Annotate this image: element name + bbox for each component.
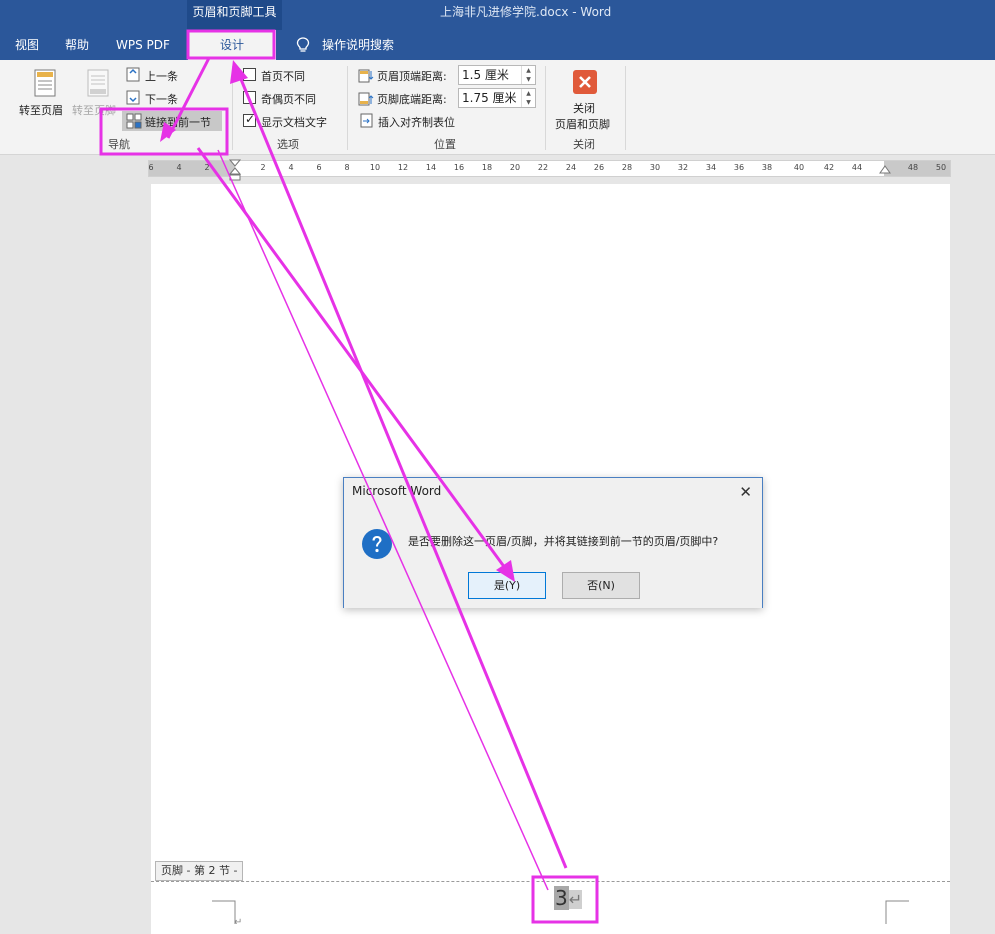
title-bar: 页眉和页脚工具 上海非凡进修学院.docx - Word	[0, 0, 995, 30]
insert-alignment-tab-icon	[360, 113, 374, 132]
spinner-arrows-icon[interactable]: ▲ ▼	[521, 89, 535, 107]
right-indent-marker-icon[interactable]	[879, 163, 891, 177]
tab-wps-pdf[interactable]: WPS PDF	[116, 30, 170, 60]
ruler-tick-label: 12	[397, 163, 409, 172]
group-label-position: 位置	[434, 138, 456, 151]
goto-header-button[interactable]: 转至页眉	[19, 102, 63, 118]
ruler-tick-label: 28	[621, 163, 633, 172]
ruler-tick-label: 18	[481, 163, 493, 172]
ruler-tick-label: 24	[565, 163, 577, 172]
group-separator	[625, 66, 626, 150]
tell-me-label: 操作说明搜索	[322, 38, 395, 52]
no-button[interactable]: 否(N)	[562, 572, 640, 599]
different-odd-even-checkbox[interactable]	[243, 91, 256, 104]
ruler-tick-label: 32	[677, 163, 689, 172]
footer-section-tag: 页脚 - 第 2 节 -	[155, 861, 244, 881]
different-odd-even-label: 奇偶页不同	[261, 93, 316, 106]
footer-bottom-spinner[interactable]: 1.75 厘米 ▲ ▼	[458, 88, 536, 108]
footer-bottom-value: 1.75 厘米	[462, 91, 517, 105]
dialog-message: 是否要删除这一页眉/页脚，并将其链接到前一节的页眉/页脚中?	[408, 535, 719, 548]
indent-marker-icon[interactable]	[229, 159, 241, 181]
link-to-previous-label: 链接到前一节	[145, 116, 211, 129]
group-label-options: 选项	[277, 138, 299, 151]
ruler-tick-label: 14	[425, 163, 437, 172]
ruler-tick-label: 38	[761, 163, 773, 172]
next-button[interactable]: 下一条	[145, 91, 178, 107]
group-separator	[545, 66, 546, 150]
margin-corner-mark	[885, 900, 909, 924]
ruler-tick-label: 8	[344, 163, 350, 172]
dialog-body: 是否要删除这一页眉/页脚，并将其链接到前一节的页眉/页脚中? 是(Y) 否(N)	[344, 508, 762, 608]
tab-help[interactable]: 帮助	[65, 30, 89, 60]
ruler-tick-label: 6	[316, 163, 322, 172]
context-tab-label: 页眉和页脚工具	[187, 0, 282, 30]
different-first-page-label: 首页不同	[261, 70, 305, 83]
tab-view[interactable]: 视图	[15, 30, 39, 60]
paragraph-mark: ↵	[568, 890, 583, 909]
ruler-tick-label: 36	[733, 163, 745, 172]
ruler-tick-label: 22	[537, 163, 549, 172]
ruler-left-margin	[149, 161, 235, 176]
window-title: 上海非凡进修学院.docx - Word	[440, 5, 612, 19]
ruler-tick-label: 2	[204, 163, 210, 172]
ruler-tick-label: 26	[593, 163, 605, 172]
goto-footer-icon	[86, 68, 110, 102]
footer-bottom-icon	[358, 91, 374, 110]
spinner-arrows-icon[interactable]: ▲ ▼	[521, 66, 535, 84]
ruler-tick-label: 4	[176, 163, 182, 172]
horizontal-ruler[interactable]: 6 4 2 2 4 6 8 10 12 14 16 18 20 22 24 26 28 30 32 34 36 38 40 4…	[148, 159, 951, 181]
ruler-tick-label: 4	[288, 163, 294, 172]
ruler-tick-label: 50	[935, 163, 947, 172]
close-icon[interactable]: ✕	[739, 483, 752, 501]
header-top-icon	[358, 68, 374, 87]
tell-me-search[interactable]: 操作说明搜索	[296, 30, 394, 60]
previous-icon	[126, 67, 141, 86]
question-icon	[362, 529, 392, 559]
lightbulb-icon	[296, 37, 310, 52]
paragraph-mark: ↵	[234, 917, 243, 928]
group-separator	[347, 66, 348, 150]
show-document-text-label: 显示文档文字	[261, 116, 327, 129]
ruler-tick-label: 16	[453, 163, 465, 172]
close-header-footer-icon	[573, 70, 597, 98]
insert-alignment-tab-button[interactable]: 插入对齐制表位	[378, 114, 455, 130]
ruler-tick-label: 30	[649, 163, 661, 172]
tab-design[interactable]: 设计	[188, 30, 276, 60]
ruler-tick-label: 6	[148, 163, 154, 172]
header-top-spinner[interactable]: 1.5 厘米 ▲ ▼	[458, 65, 536, 85]
header-top-value: 1.5 厘米	[462, 68, 509, 82]
ruler-tick-label: 10	[369, 163, 381, 172]
group-separator	[232, 66, 233, 150]
different-first-page-checkbox[interactable]	[243, 68, 256, 81]
group-label-close: 关闭	[573, 138, 595, 151]
ribbon-tab-bar: 视图 帮助 WPS PDF 设计 操作说明搜索	[0, 30, 995, 60]
previous-button[interactable]: 上一条	[145, 68, 178, 84]
close-label-line2: 页眉和页脚	[555, 118, 610, 131]
link-icon	[126, 113, 142, 133]
page-number-value: 3	[554, 886, 569, 910]
next-icon	[126, 90, 141, 109]
group-label-navigation: 导航	[108, 138, 130, 151]
ruler-tick-label: 20	[509, 163, 521, 172]
confirm-dialog: Microsoft Word ✕ 是否要删除这一页眉/页脚，并将其链接到前一节的…	[343, 477, 763, 608]
footer-page-number[interactable]: 3↵	[554, 883, 583, 913]
ruler-tick-label: 40	[793, 163, 805, 172]
ruler-tick-label: 2	[260, 163, 266, 172]
ruler-tick-label: 48	[907, 163, 919, 172]
footer-bottom-label: 页脚底端距离:	[377, 93, 447, 106]
ruler-tick-label: 44	[851, 163, 863, 172]
ruler-tick-label: 34	[705, 163, 717, 172]
ribbon: 转至页眉 转至页脚 上一条 下一条 链接到前一节 导航 首页不同 奇偶页不同 显…	[0, 60, 995, 155]
yes-button[interactable]: 是(Y)	[468, 572, 546, 599]
link-to-previous-button[interactable]: 链接到前一节	[122, 111, 222, 131]
dialog-title: Microsoft Word	[352, 484, 442, 498]
footer-boundary	[151, 881, 950, 882]
close-label-line1: 关闭	[573, 102, 595, 115]
header-top-label: 页眉顶端距离:	[377, 70, 447, 83]
margin-corner-mark	[212, 900, 236, 924]
goto-footer-button[interactable]: 转至页脚	[72, 102, 116, 118]
show-document-text-checkbox[interactable]	[243, 112, 256, 127]
goto-header-icon	[33, 68, 57, 102]
ruler-tick-label: 42	[823, 163, 835, 172]
